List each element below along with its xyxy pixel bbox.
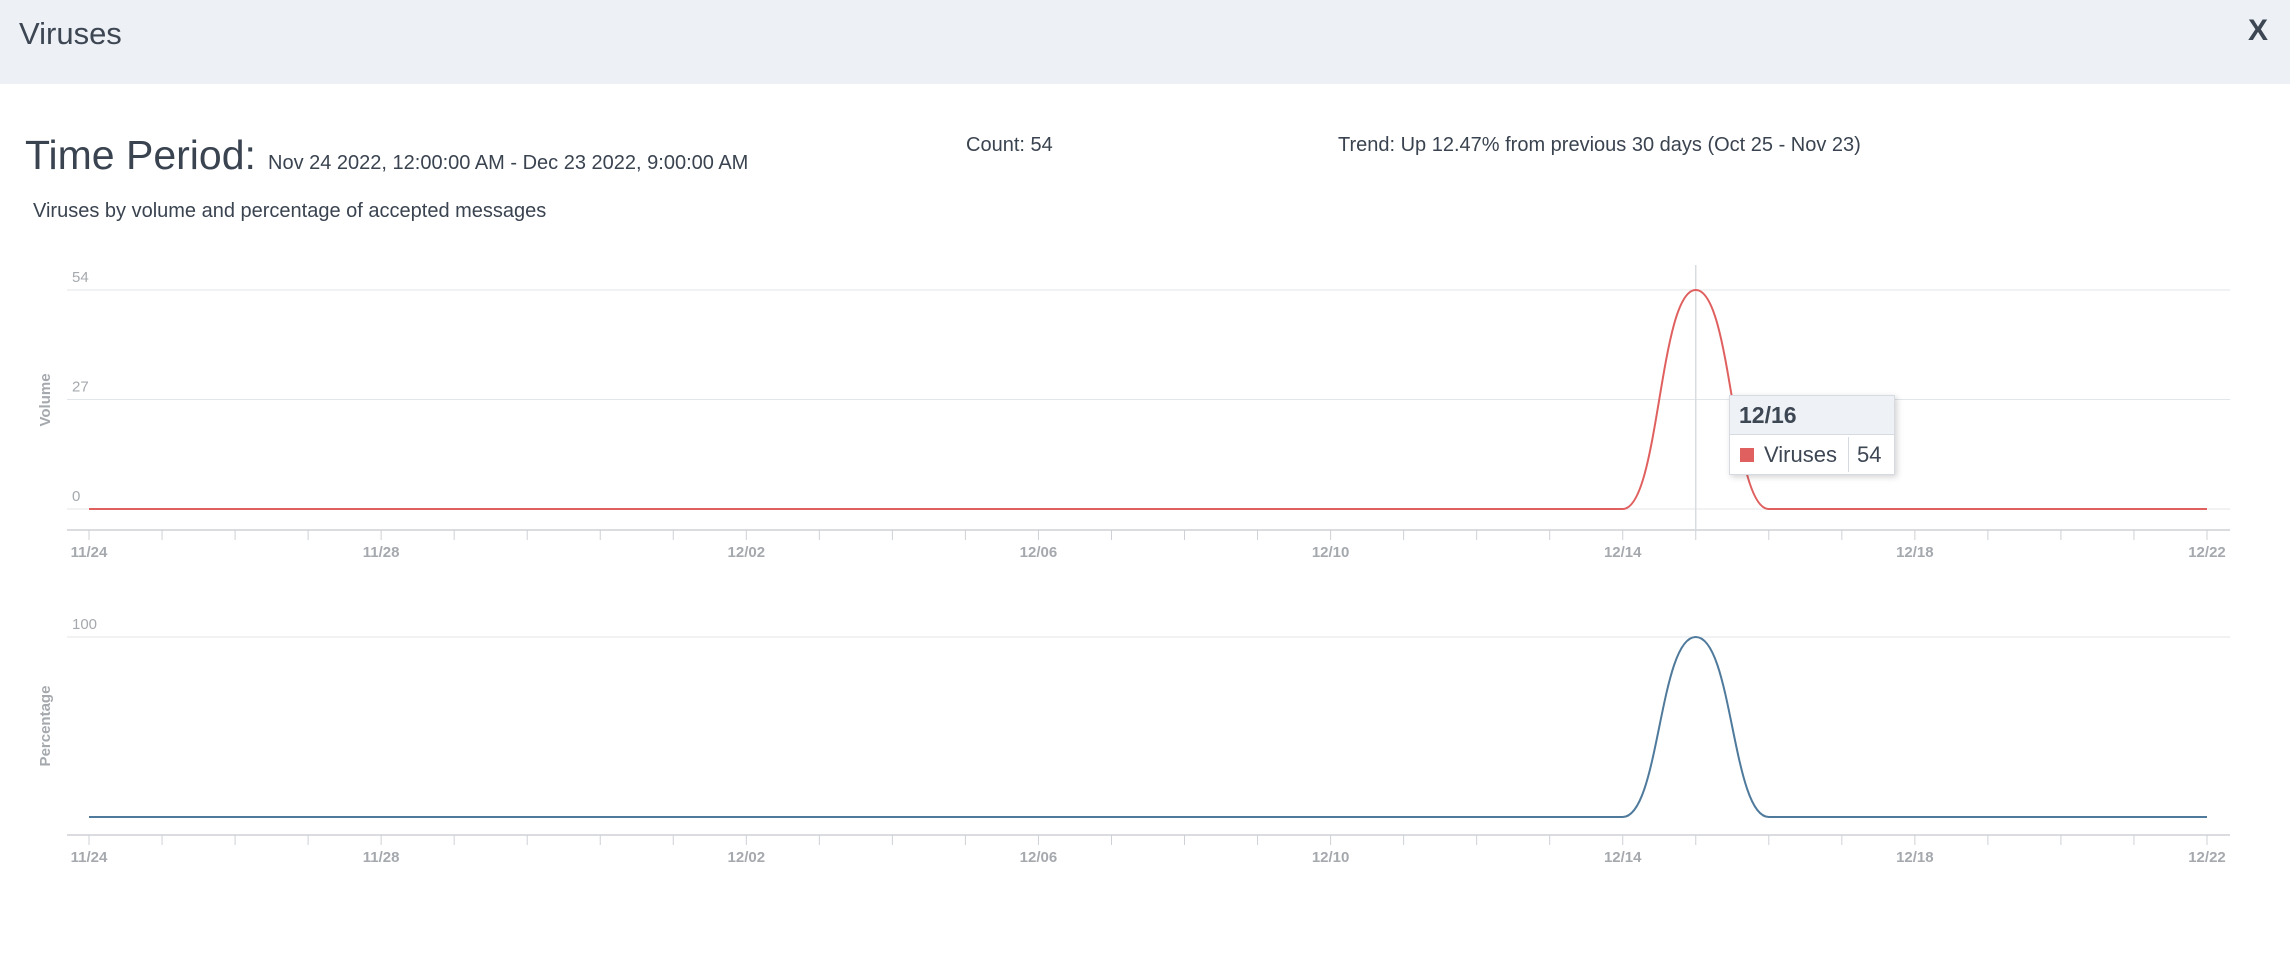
- x-tick-label: 12/06: [1020, 849, 1058, 866]
- x-tick-label: 11/24: [71, 849, 108, 866]
- tooltip-series-name: Viruses: [1764, 442, 1837, 467]
- x-tick-label: 12/14: [1604, 849, 1642, 866]
- x-tick-label: 11/28: [363, 849, 400, 866]
- x-tick-label: 11/24: [71, 544, 108, 561]
- series-line-percentage: [89, 635, 2207, 819]
- x-tick-label: 12/02: [728, 849, 766, 866]
- x-tick-label: 11/28: [363, 544, 400, 561]
- chart-tooltip: 12/16 Viruses 54: [1729, 395, 1895, 475]
- x-tick-label: 12/14: [1604, 544, 1642, 561]
- tooltip-separator: [1848, 437, 1849, 472]
- x-tick-label: 12/10: [1312, 849, 1350, 866]
- x-tick-label: 12/02: [728, 544, 766, 561]
- y-tick-label: 27: [72, 379, 89, 396]
- y-tick-label: 100: [72, 616, 97, 633]
- x-tick-label: 12/10: [1312, 544, 1350, 561]
- x-tick-label: 12/06: [1020, 544, 1058, 561]
- y-axis-label: Volume: [37, 373, 54, 426]
- x-tick-label: 12/22: [2188, 849, 2226, 866]
- x-tick-label: 12/18: [1896, 544, 1934, 561]
- tooltip-row: Viruses 54: [1730, 435, 1894, 474]
- x-tick-label: 12/22: [2188, 544, 2226, 561]
- tooltip-series-swatch: [1740, 448, 1754, 462]
- charts-svg[interactable]: 54 27 0 11/24 11/28 12/02 12/06 12/10 12/14 12/18…: [0, 0, 2290, 958]
- y-tick-label: 54: [72, 269, 89, 286]
- y-tick-label: 0: [72, 488, 80, 505]
- x-tick-label: 12/18: [1896, 849, 1934, 866]
- y-axis-label: Percentage: [37, 686, 54, 767]
- tooltip-series-value: 54: [1857, 442, 1882, 467]
- tooltip-date: 12/16: [1730, 396, 1894, 435]
